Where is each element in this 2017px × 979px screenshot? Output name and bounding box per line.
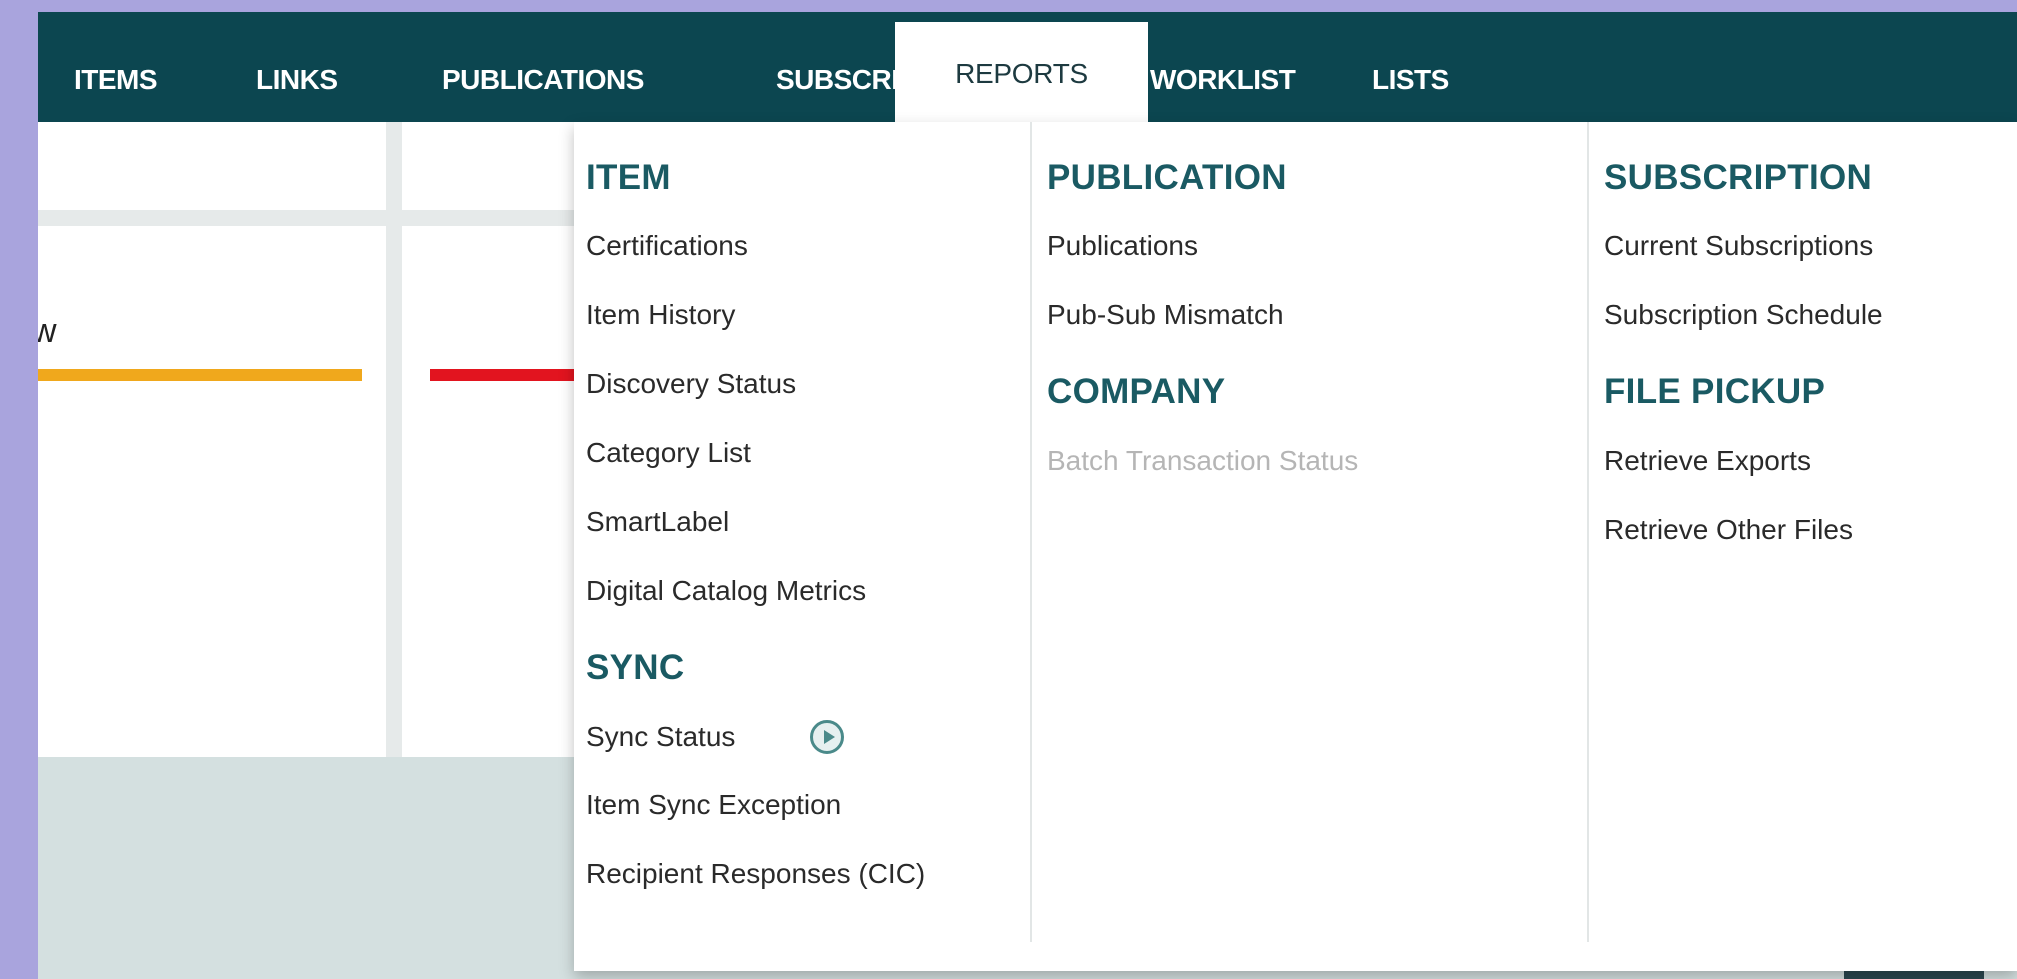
section-heading-subscription: SUBSCRIPTION [1604,158,1873,197]
top-strip [38,0,2017,12]
menu-link-item-sync-exception[interactable]: Item Sync Exception [586,789,841,821]
nav-lists[interactable]: LISTS [1372,24,1449,134]
section-heading-company: COMPANY [1047,372,1226,411]
column-divider [1030,122,1032,942]
nav-items[interactable]: ITEMS [74,24,158,134]
section-heading-file-pickup: FILE PICKUP [1604,372,1826,411]
menu-link-publications[interactable]: Publications [1047,230,1198,262]
status-bar-yellow [38,369,362,381]
menu-link-batch-transaction-status: Batch Transaction Status [1047,445,1359,476]
menu-link-retrieve-exports[interactable]: Retrieve Exports [1604,445,1811,477]
menu-link-discovery-status[interactable]: Discovery Status [586,368,796,400]
menu-link-certifications[interactable]: Certifications [586,230,748,262]
dashboard-tile [402,122,574,210]
menu-link-smartlabel[interactable]: SmartLabel [586,506,729,538]
nav-publications[interactable]: PUBLICATIONS [442,24,644,134]
nav-links[interactable]: LINKS [256,24,338,134]
section-heading-publication: PUBLICATION [1047,158,1287,197]
column-divider [1587,122,1589,942]
menu-link-sync-status[interactable]: Sync Status [586,721,735,753]
menu-link-category-list[interactable]: Category List [586,437,751,469]
reports-dropdown-menu: ITEM Certifications Item History Discove… [574,122,2017,971]
status-bar-red [430,369,590,381]
nav-reports-active[interactable]: REPORTS [895,22,1148,122]
dashboard-card [402,226,574,757]
section-heading-item: ITEM [586,158,671,197]
play-circle-icon[interactable] [810,720,844,754]
menu-link-digital-catalog-metrics[interactable]: Digital Catalog Metrics [586,575,866,607]
card-title-fragment: w [38,312,57,350]
menu-link-recipient-responses[interactable]: Recipient Responses (CIC) [586,858,925,890]
menu-link-subscription-schedule[interactable]: Subscription Schedule [1604,299,1883,331]
menu-link-item-history[interactable]: Item History [586,299,735,331]
dashboard-card [38,226,386,757]
nav-worklist[interactable]: WORKLIST [1150,24,1296,134]
app-window: ITEMS LINKS PUBLICATIONS SUBSCRIPTIONS W… [38,0,2017,979]
menu-link-current-subscriptions[interactable]: Current Subscriptions [1604,230,1873,262]
menu-link-pub-sub-mismatch[interactable]: Pub-Sub Mismatch [1047,299,1284,331]
dashboard-tile [38,122,386,210]
section-heading-sync: SYNC [586,648,685,687]
menu-link-retrieve-other-files[interactable]: Retrieve Other Files [1604,514,1853,546]
